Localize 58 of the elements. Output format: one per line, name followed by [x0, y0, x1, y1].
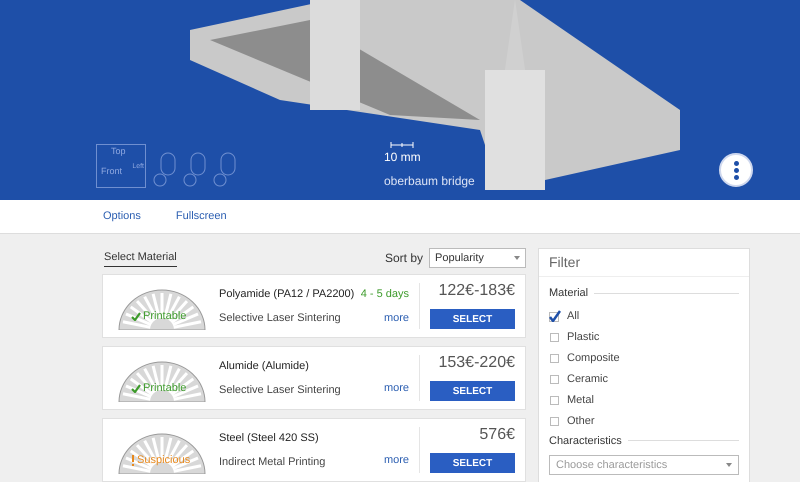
filter-option[interactable]: Composite [549, 348, 739, 368]
more-link[interactable]: more [384, 380, 409, 397]
filter-option[interactable]: Other [549, 410, 739, 432]
mouse-control-icon [212, 152, 238, 188]
badge-label: Printable [143, 381, 186, 396]
option-label: Ceramic [567, 372, 608, 387]
filter-group-heading: Material [549, 286, 588, 301]
filter-option[interactable]: Plastic [549, 326, 739, 348]
option-label: Other [567, 414, 595, 429]
option-label: Composite [567, 350, 620, 366]
select-button[interactable]: SELECT [430, 309, 515, 329]
badge-label: Suspicious [137, 453, 190, 468]
toolbar-link[interactable]: Options [103, 208, 141, 225]
filter-title: Filter [539, 249, 749, 277]
section-heading: Select Material [104, 249, 177, 267]
sort-dropdown[interactable]: Popularity [429, 248, 526, 268]
more-link[interactable]: more [384, 310, 409, 326]
material-name: Alumide (Alumide) [219, 358, 310, 374]
filter-group-heading: Characteristics [549, 434, 622, 448]
checkbox[interactable] [550, 332, 559, 342]
process-name: Selective Laser Sintering [219, 383, 342, 398]
checkbox[interactable] [550, 354, 559, 362]
material-name: Polyamide (PA12 / PA2200) [219, 286, 356, 302]
option-label: All [567, 308, 580, 324]
select-button[interactable]: SELECT [430, 381, 515, 401]
filter-option[interactable]: Ceramic [549, 368, 739, 390]
cube-face-label: Front [101, 167, 122, 176]
checkbox[interactable] [550, 374, 559, 384]
model-name: oberbaum bridge [384, 173, 475, 190]
price: 153€-220€ [438, 355, 515, 371]
more-menu-button[interactable] [719, 153, 753, 187]
checkbox[interactable] [550, 396, 559, 404]
dropdown-placeholder: Choose characteristics [556, 458, 668, 473]
checkbox[interactable] [549, 310, 561, 322]
option-label: Plastic [567, 330, 600, 345]
price: 576€ [479, 427, 515, 443]
select-button[interactable]: SELECT [430, 453, 515, 473]
caret-icon [726, 463, 732, 467]
process-name: Indirect Metal Printing [219, 455, 326, 470]
scale-label: 10 mm [384, 149, 421, 166]
mouse-control-icon [152, 152, 178, 188]
badge-label: Printable [143, 309, 186, 324]
mouse-control-icon [182, 152, 208, 188]
sort-label: Sort by [384, 250, 423, 267]
filter-option[interactable]: All [549, 306, 739, 326]
filter-option[interactable]: Metal [549, 390, 739, 410]
caret-icon [514, 256, 520, 260]
scale-bar-icon [390, 142, 414, 148]
option-label: Metal [567, 392, 594, 408]
delivery-time: 4 - 5 days [360, 286, 409, 302]
process-name: Selective Laser Sintering [219, 311, 342, 326]
price: 122€-183€ [438, 283, 515, 299]
more-link[interactable]: more [384, 452, 409, 469]
cube-face-label: Top [111, 147, 126, 156]
material-name: Steel (Steel 420 SS) [219, 430, 320, 446]
dropdown-value: Popularity [435, 250, 484, 266]
checkbox[interactable] [550, 416, 559, 426]
toolbar-link[interactable]: Fullscreen [176, 208, 227, 225]
